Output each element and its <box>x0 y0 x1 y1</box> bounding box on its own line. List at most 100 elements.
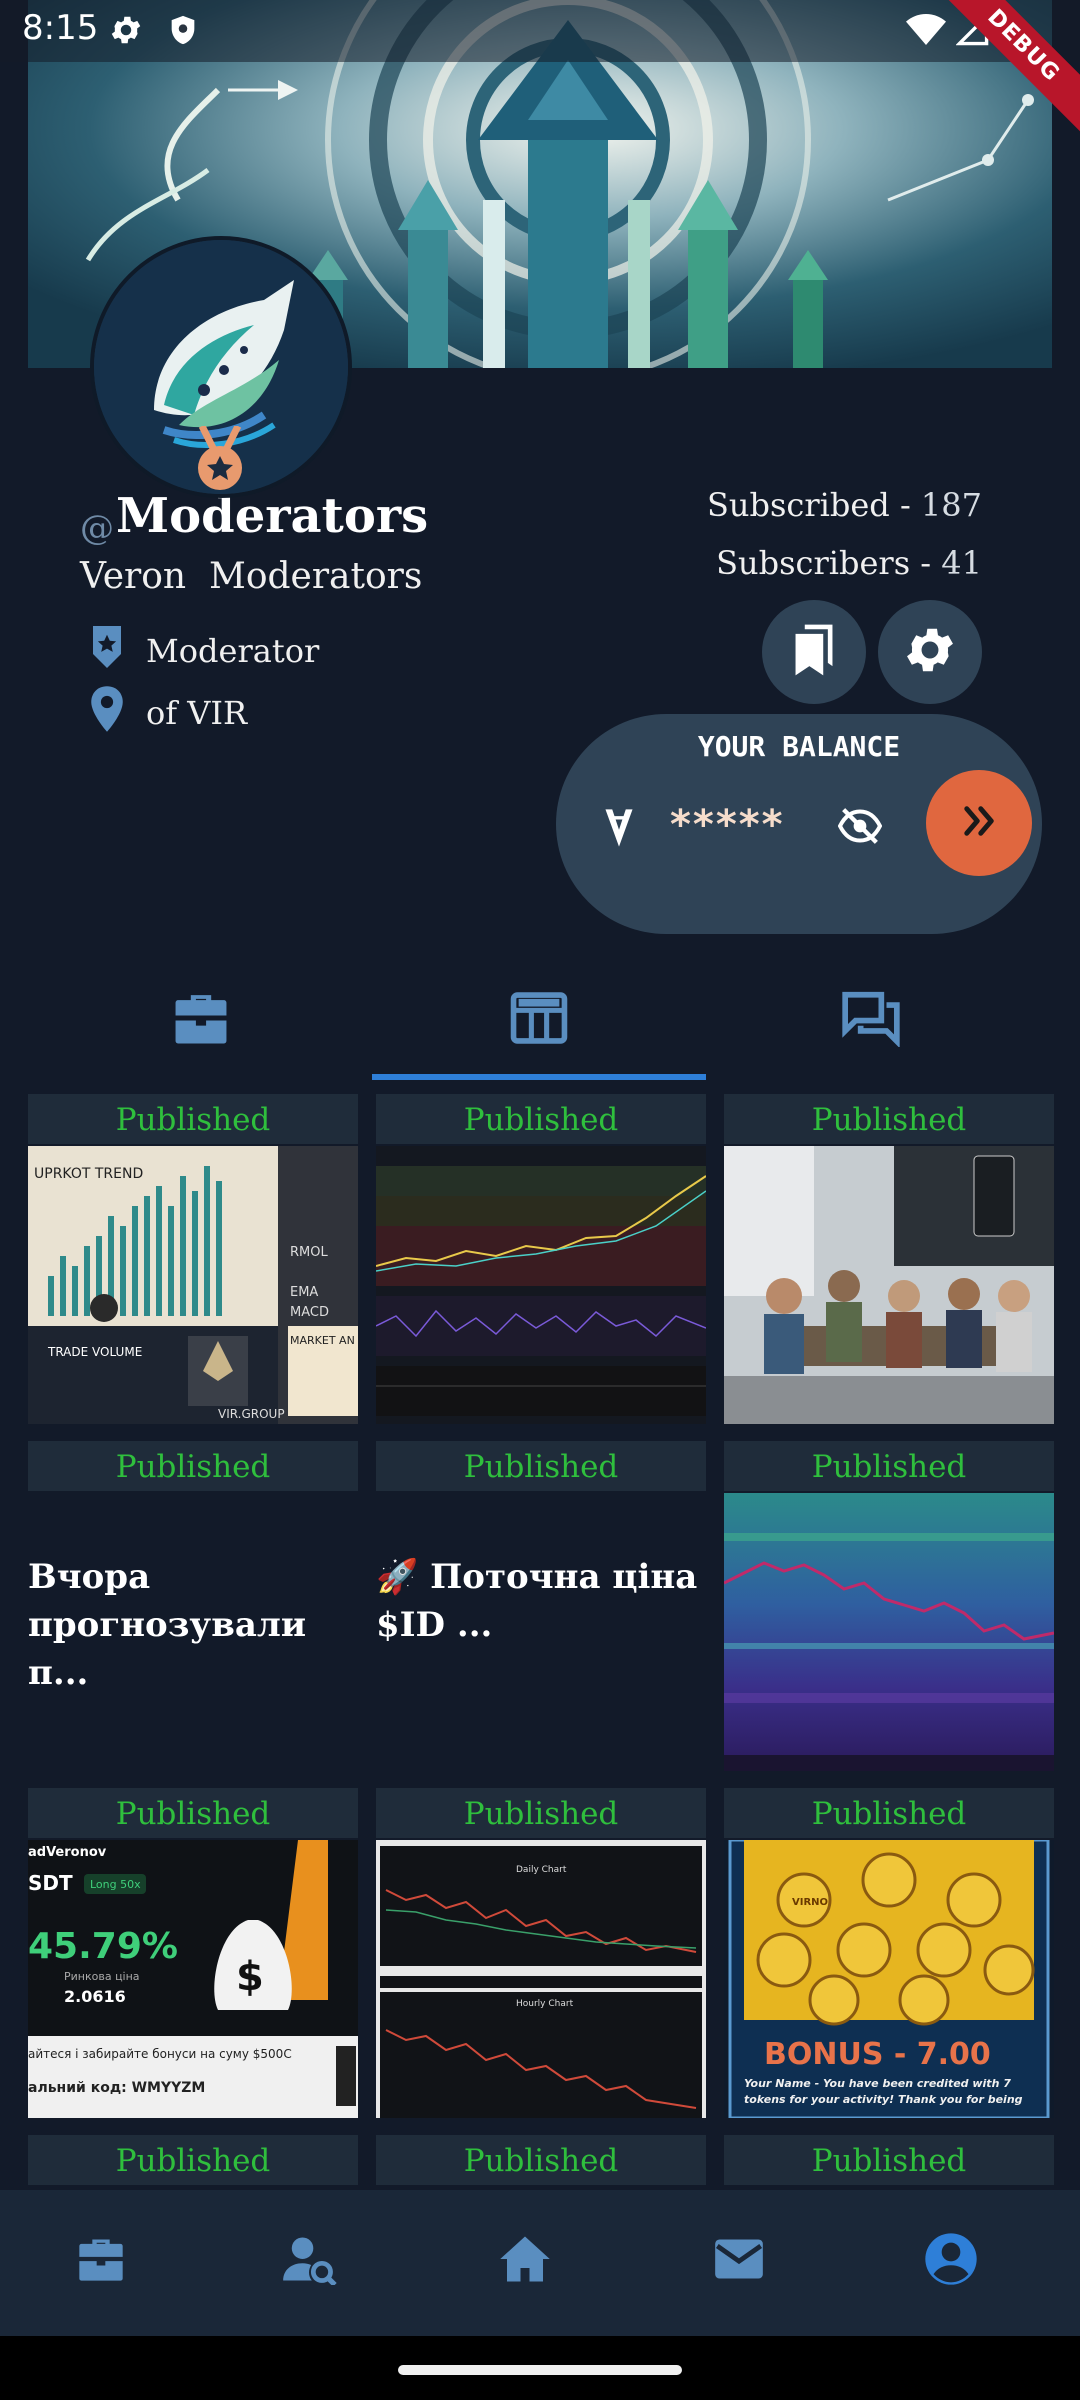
thumb-text: RMOL <box>290 1245 328 1260</box>
thumb-text: MACD <box>290 1305 329 1320</box>
post-status: Published <box>28 1441 358 1491</box>
double-chevron-right-icon <box>958 800 1000 846</box>
post-thumbnail: UPRKOT TREND RMOL EMA MACD TRADE VOLUME … <box>28 1146 358 1424</box>
briefcase-icon <box>75 2235 127 2287</box>
thumb-text: альний код: WMYYZM <box>28 2080 205 2096</box>
thumb-text: UPRKOT TREND <box>34 1166 143 1182</box>
post-status: Published <box>724 1788 1054 1838</box>
veron-currency-icon <box>602 806 636 854</box>
thumb-text: айтеся і забирайте бонуси на суму $500С <box>28 2047 292 2061</box>
thumb-text: Your Name - You have been credited with … <box>744 2077 1023 2106</box>
post-thumbnail: adVeronov SDT Long 50x 45.79% Ринкова ці… <box>28 1840 358 2118</box>
balance-value: ***** <box>670 802 785 848</box>
post-thumbnail: VIRNO BONUS - 7.00 Your Name - You have … <box>724 1840 1054 2118</box>
bookmarks-button[interactable] <box>762 600 866 704</box>
subscribers-stat[interactable]: Subscribers - 41 <box>716 544 982 582</box>
role-label: Moderator <box>146 632 320 670</box>
nav-people-search[interactable] <box>264 2216 354 2306</box>
thumb-text: VIRNO <box>792 1897 828 1908</box>
post-status: Published <box>724 2135 1054 2185</box>
nav-home[interactable] <box>480 2216 570 2306</box>
badge-icon <box>86 622 128 680</box>
location-pin-icon <box>86 684 128 742</box>
post-status: Published <box>28 2135 358 2185</box>
svg-text:$: $ <box>236 1954 264 2000</box>
role-row: Moderator <box>86 622 319 680</box>
person-search-icon <box>281 2233 337 2289</box>
moderator-medal-icon <box>188 424 252 496</box>
post-status: Published <box>376 1094 706 1144</box>
newspaper-icon <box>508 990 570 1050</box>
profile-full-name: Veron Moderators <box>80 556 423 597</box>
post-card[interactable]: Published <box>724 1094 1054 1424</box>
subscribers-label: Subscribers - <box>716 544 932 582</box>
post-card[interactable]: Published adVeronov SDT Long 50x 45.79% … <box>28 1788 358 2118</box>
tab-active-indicator <box>372 1074 706 1080</box>
thumb-text: VIR.GROUP <box>218 1407 285 1421</box>
subscribed-label: Subscribed - <box>706 486 911 524</box>
status-bar: 8:15 <box>0 0 1080 62</box>
gear-icon <box>108 12 144 52</box>
post-card[interactable]: Published UPRKOT TREND RMOL EMA MACD TRA… <box>28 1094 358 1424</box>
thumb-text: Ринкова ціна <box>64 1970 140 1983</box>
tab-discussions[interactable] <box>704 960 1038 1080</box>
post-thumbnail <box>724 1146 1054 1424</box>
thumb-text: SDT <box>28 1871 73 1895</box>
location-label: of VIR <box>146 694 248 732</box>
post-card[interactable]: Published 🚀 Поточна ціна $ID ... <box>376 1441 706 1771</box>
post-thumbnail: Daily Chart Hourly Chart <box>376 1840 706 2118</box>
post-card[interactable]: Published <box>724 1441 1054 1771</box>
post-thumbnail <box>724 1493 1054 1771</box>
shield-icon <box>166 12 200 52</box>
balance-title: YOUR BALANCE <box>697 730 901 763</box>
thumb-text: 45.79% <box>28 1926 178 1967</box>
post-text-preview: Вчора прогнозували п... <box>28 1557 307 1693</box>
thumb-text: TRADE VOLUME <box>47 1345 142 1359</box>
thumb-text: EMA <box>290 1285 318 1300</box>
home-icon <box>498 2234 552 2288</box>
post-card[interactable]: Published <box>376 1094 706 1424</box>
subscribed-stat[interactable]: Subscribed - 187 <box>707 486 982 524</box>
tab-posts[interactable] <box>372 960 706 1080</box>
nav-projects[interactable] <box>56 2216 146 2306</box>
post-text-preview: 🚀 Поточна ціна $ID ... <box>376 1557 698 1645</box>
post-thumbnail <box>376 1146 706 1424</box>
thumb-text: Daily Chart <box>516 1865 567 1875</box>
eye-off-icon[interactable] <box>837 806 883 850</box>
nav-profile[interactable] <box>906 2216 996 2306</box>
post-card[interactable]: Published Daily Chart Hourly Chart <box>376 1788 706 2118</box>
thumb-text: Hourly Chart <box>516 1999 574 2009</box>
bookmarks-icon <box>786 620 842 684</box>
post-status: Published <box>724 1094 1054 1144</box>
handle-at-symbol: @ <box>80 508 114 548</box>
thumb-text: BONUS - 7.00 <box>764 2037 991 2072</box>
nav-messages[interactable] <box>694 2216 784 2306</box>
thumb-text: 2.0616 <box>64 1987 126 2006</box>
thumb-text: MARKET AN <box>290 1334 355 1347</box>
post-status: Published <box>28 1788 358 1838</box>
wifi-icon <box>906 13 946 51</box>
settings-button[interactable] <box>878 600 982 704</box>
gear-icon <box>901 621 959 683</box>
profile-handle: Moderators <box>116 488 429 544</box>
post-status: Published <box>724 1441 1054 1491</box>
thumb-text: Long 50x <box>90 1878 141 1891</box>
post-status: Published <box>376 1441 706 1491</box>
mail-icon <box>713 2235 765 2287</box>
tab-projects[interactable] <box>34 960 368 1080</box>
post-status: Published <box>376 1788 706 1838</box>
location-row: of VIR <box>86 684 247 742</box>
post-status: Published <box>28 1094 358 1144</box>
subscribed-count: 187 <box>920 486 982 524</box>
thumb-text: adVeronov <box>28 1845 107 1860</box>
subscribers-count: 41 <box>941 544 982 582</box>
forum-icon <box>840 989 902 1051</box>
post-card[interactable]: Published VIRNO BONUS - 7.00 Your Name -… <box>724 1788 1054 2118</box>
briefcase-icon <box>170 990 232 1050</box>
balance-card: YOUR BALANCE ***** <box>556 714 1042 934</box>
post-status: Published <box>376 2135 706 2185</box>
account-circle-icon <box>923 2231 979 2291</box>
balance-open-button[interactable] <box>926 770 1032 876</box>
gesture-handle[interactable] <box>398 2365 682 2375</box>
post-card[interactable]: Published Вчора прогнозували п... <box>28 1441 358 1771</box>
